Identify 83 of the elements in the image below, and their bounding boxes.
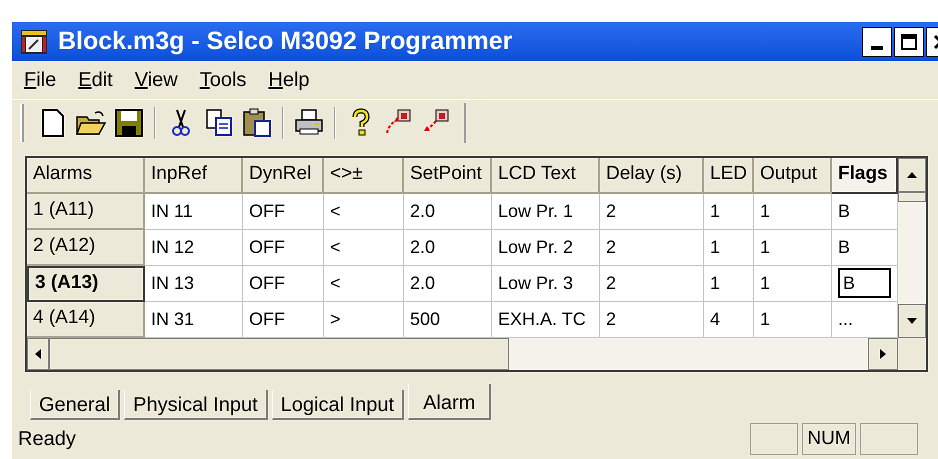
minimize-button[interactable]	[862, 26, 892, 57]
maximize-icon	[901, 34, 917, 50]
table-cell: OFF	[243, 194, 324, 230]
table-cell: Low Pr. 3	[492, 266, 600, 302]
column-header[interactable]: SetPoint	[404, 158, 492, 194]
table-cell: 2.0	[404, 266, 492, 302]
column-header[interactable]: Flags	[832, 158, 898, 194]
table-cell: IN 13	[145, 266, 243, 302]
scroll-right-button[interactable]	[868, 338, 898, 370]
num-lock-indicator: NUM	[802, 423, 856, 456]
table-cell: OFF	[243, 230, 324, 266]
menu-item[interactable]: Help	[268, 64, 310, 95]
table-cell: OFF	[243, 302, 324, 338]
scrollbar-thumb[interactable]	[898, 192, 926, 202]
scroll-up-button[interactable]	[898, 158, 926, 192]
table-cell: 1	[754, 302, 832, 338]
tab[interactable]: Alarm	[408, 384, 492, 420]
table-cell: B	[832, 230, 898, 266]
status-text: Ready	[18, 427, 77, 452]
column-header[interactable]: DynRel	[243, 158, 324, 194]
table-cell: IN 31	[145, 302, 243, 338]
up-arrow-icon	[907, 172, 917, 178]
table-cell: 1	[754, 230, 832, 266]
tab[interactable]: Physical Input	[124, 390, 268, 420]
menu-item[interactable]: Tools	[200, 64, 246, 95]
table-cell: OFF	[243, 266, 324, 302]
maximize-button[interactable]	[894, 26, 924, 57]
status-pane	[860, 423, 918, 456]
column-header[interactable]: Delay (s)	[600, 158, 704, 194]
right-arrow-icon	[880, 348, 886, 359]
table-cell: 2.0	[404, 230, 492, 266]
down-arrow-icon	[907, 318, 917, 324]
table-cell: <	[324, 266, 404, 302]
left-arrow-icon	[35, 348, 41, 359]
tab[interactable]: General	[30, 390, 120, 420]
column-header[interactable]: InpRef	[145, 158, 243, 194]
row-header[interactable]: 3 (A13)	[27, 266, 145, 302]
row-header[interactable]: 4 (A14)	[27, 302, 145, 338]
table-cell: 1	[704, 266, 754, 302]
table-cell: 4	[704, 302, 754, 338]
column-header[interactable]: <>±	[324, 158, 404, 194]
table-cell: >	[324, 302, 404, 338]
window-title: Block.m3g - Selco M3092 Programmer	[58, 26, 514, 57]
vertical-scrollbar[interactable]	[898, 158, 926, 338]
menu-item[interactable]: File	[24, 64, 56, 95]
horizontal-scrollbar[interactable]	[27, 338, 898, 370]
save-icon	[113, 106, 145, 139]
table-cell: IN 12	[145, 230, 243, 266]
menu-item[interactable]: View	[134, 64, 178, 95]
scrollbar-thumb[interactable]	[49, 338, 509, 370]
table-cell: 2	[600, 302, 704, 338]
table-cell: 1	[754, 194, 832, 230]
focused-cell[interactable]: B	[838, 268, 891, 298]
app-icon	[20, 28, 48, 55]
table-cell: EXH.A. TC	[492, 302, 600, 338]
table-cell: 2	[600, 266, 704, 302]
table-cell: ...	[832, 302, 898, 338]
column-header[interactable]: Output	[754, 158, 832, 194]
table-cell: 1	[754, 266, 832, 302]
column-header[interactable]: LCD Text	[492, 158, 600, 194]
scroll-left-button[interactable]	[27, 338, 49, 370]
table-cell: <	[324, 230, 404, 266]
tab[interactable]: Logical Input	[272, 390, 404, 420]
table-cell: <	[324, 194, 404, 230]
table-cell: Low Pr. 2	[492, 230, 600, 266]
row-header[interactable]: 1 (A11)	[27, 194, 145, 230]
table-cell: 2	[600, 230, 704, 266]
table-cell: 2	[600, 194, 704, 230]
table-cell: IN 11	[145, 194, 243, 230]
table-cell: B	[832, 194, 898, 230]
table-cell: 1	[704, 194, 754, 230]
table-cell: 1	[704, 230, 754, 266]
paste-icon	[241, 106, 273, 139]
menu-item[interactable]: Edit	[78, 64, 113, 95]
scroll-down-button[interactable]	[898, 304, 926, 338]
status-pane	[750, 423, 798, 456]
table-cell: 2.0	[404, 194, 492, 230]
table-cell: 500	[404, 302, 492, 338]
table-cell: Low Pr. 1	[492, 194, 600, 230]
minimize-icon	[871, 46, 883, 50]
row-header[interactable]: 2 (A12)	[27, 230, 145, 266]
column-header[interactable]: Alarms	[27, 158, 145, 194]
column-header[interactable]: LED	[704, 158, 754, 194]
